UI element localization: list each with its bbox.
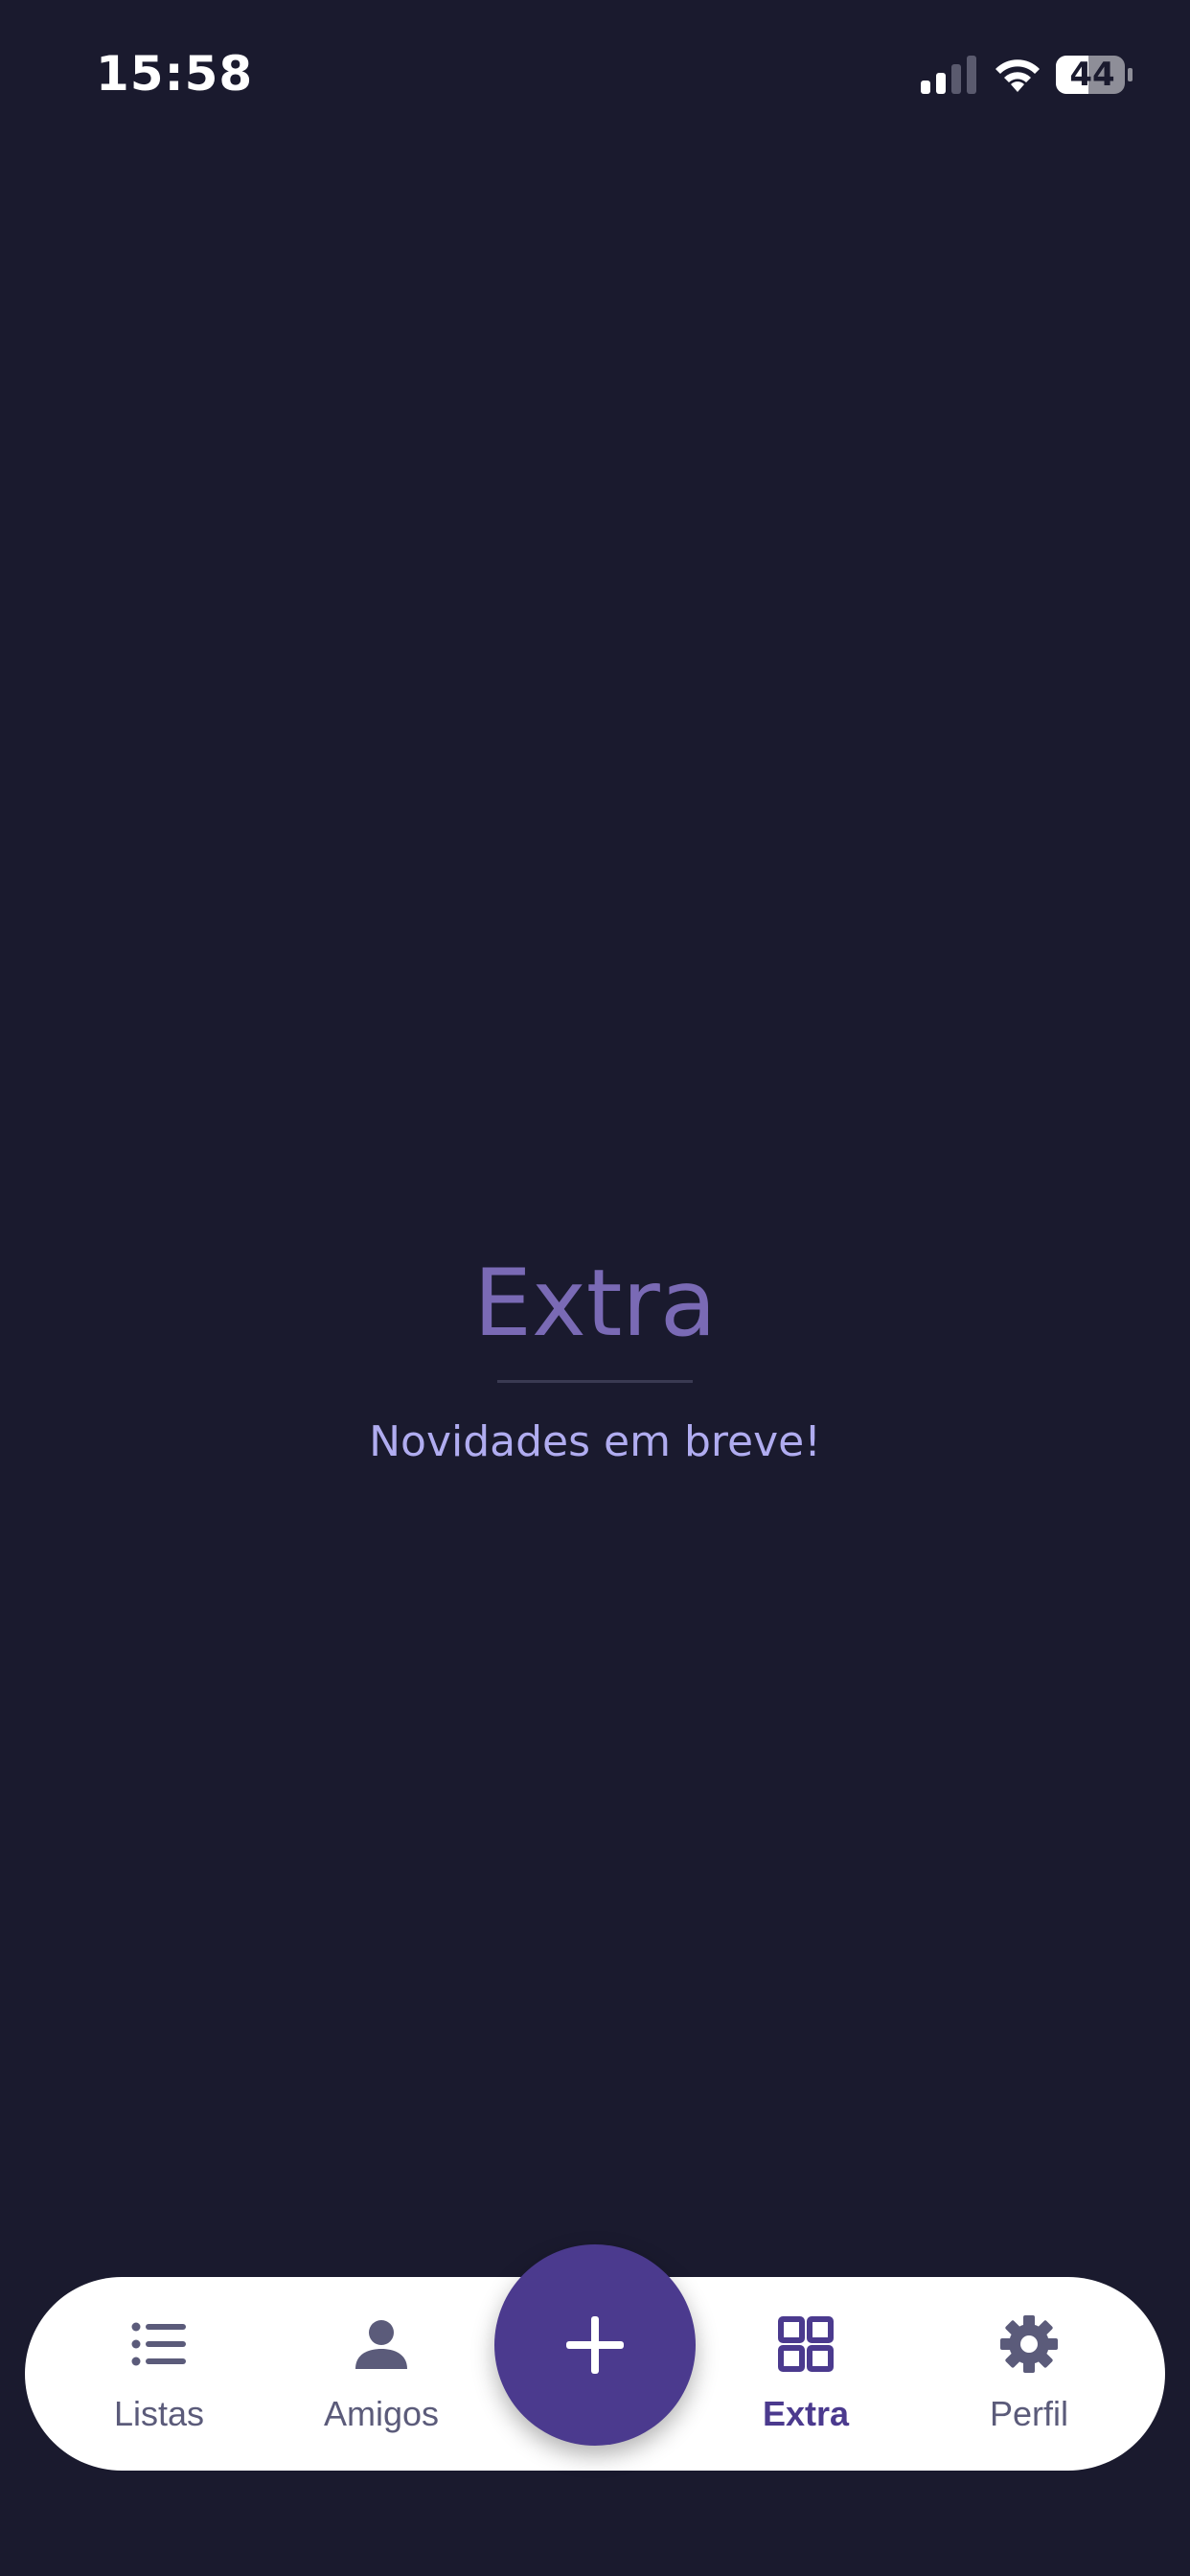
cellular-signal-icon [921, 56, 976, 94]
person-icon [355, 2320, 407, 2369]
battery-level: 44 [1069, 56, 1115, 94]
status-time: 15:58 [96, 46, 254, 102]
title-divider [497, 1380, 693, 1383]
tab-extra[interactable]: Extra [710, 2277, 902, 2471]
plus-icon [566, 2316, 624, 2374]
tab-perfil[interactable]: Perfil [933, 2277, 1125, 2471]
tab-listas-label: Listas [113, 2394, 205, 2433]
tab-extra-label: Extra [762, 2394, 850, 2433]
tab-amigos-label: Amigos [323, 2394, 440, 2433]
status-bar: 15:58 44 [0, 0, 1190, 153]
content-area: Extra Novidades em breve! [0, 1246, 1190, 1469]
page-subtitle: Novidades em breve! [369, 1417, 821, 1466]
wifi-icon [995, 59, 1040, 92]
tab-amigos[interactable]: Amigos [286, 2277, 477, 2471]
tab-listas[interactable]: Listas [63, 2277, 255, 2471]
tab-perfil-label: Perfil [989, 2394, 1069, 2433]
add-button[interactable] [494, 2244, 696, 2446]
grid-icon [778, 2316, 834, 2372]
page-title: Extra [473, 1250, 717, 1357]
list-icon [131, 2322, 186, 2366]
gear-icon [1000, 2315, 1058, 2373]
